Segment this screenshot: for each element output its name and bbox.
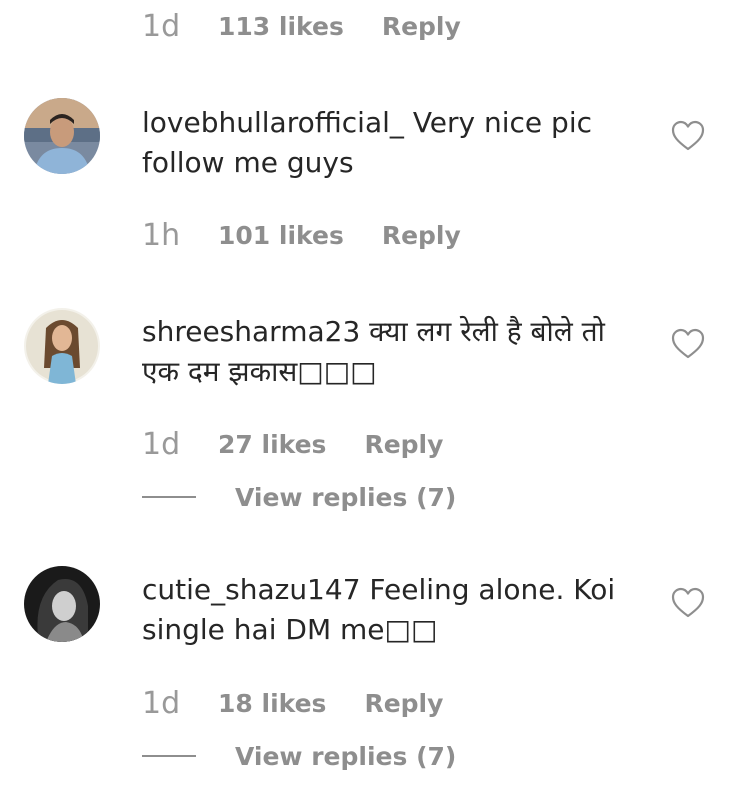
- avatar[interactable]: [24, 308, 100, 384]
- avatar[interactable]: [24, 566, 100, 642]
- view-replies-label[interactable]: View replies (7): [235, 483, 456, 512]
- comment-likes[interactable]: 27 likes: [218, 430, 326, 459]
- comment-time: 1d: [142, 685, 181, 721]
- comment-body: lovebhullarofficial_ Very nice pic follo…: [142, 103, 642, 183]
- avatar-photo-bw: [24, 566, 100, 642]
- comment-meta-row: 1h 101 likes Reply: [142, 215, 461, 255]
- comment-username[interactable]: cutie_shazu147: [142, 573, 361, 606]
- view-replies-button[interactable]: View replies (7): [142, 482, 456, 512]
- comment-meta-row: 1d 18 likes Reply: [142, 683, 443, 723]
- comment-username[interactable]: shreesharma23: [142, 315, 360, 348]
- comment-likes[interactable]: 113 likes: [218, 12, 344, 41]
- view-replies-label[interactable]: View replies (7): [235, 742, 456, 771]
- comment-meta-row: 1d 27 likes Reply: [142, 424, 443, 464]
- avatar-photo-woman: [24, 308, 100, 384]
- view-replies-line: [142, 496, 196, 498]
- reply-button[interactable]: Reply: [364, 689, 443, 718]
- comment-time: 1d: [142, 426, 181, 462]
- heart-outline-icon[interactable]: [671, 120, 705, 152]
- view-replies-line: [142, 755, 196, 757]
- comment-username[interactable]: lovebhullarofficial_: [142, 106, 404, 139]
- comment-body: cutie_shazu147 Feeling alone. Koi single…: [142, 570, 642, 650]
- comment-time: 1d: [142, 8, 181, 44]
- comment-time: 1h: [142, 217, 181, 253]
- reply-button[interactable]: Reply: [364, 430, 443, 459]
- comment-likes[interactable]: 18 likes: [218, 689, 326, 718]
- reply-button[interactable]: Reply: [382, 221, 461, 250]
- heart-outline-icon[interactable]: [671, 328, 705, 360]
- comment-body: shreesharma23 क्या लग रेली है बोले तो एक…: [142, 312, 642, 392]
- avatar[interactable]: [24, 98, 100, 174]
- view-replies-button[interactable]: View replies (7): [142, 741, 456, 771]
- comment-likes[interactable]: 101 likes: [218, 221, 344, 250]
- avatar-photo-man: [24, 98, 100, 174]
- heart-outline-icon[interactable]: [671, 587, 705, 619]
- comment-meta-row: 1d 113 likes Reply: [142, 6, 461, 46]
- reply-button[interactable]: Reply: [382, 12, 461, 41]
